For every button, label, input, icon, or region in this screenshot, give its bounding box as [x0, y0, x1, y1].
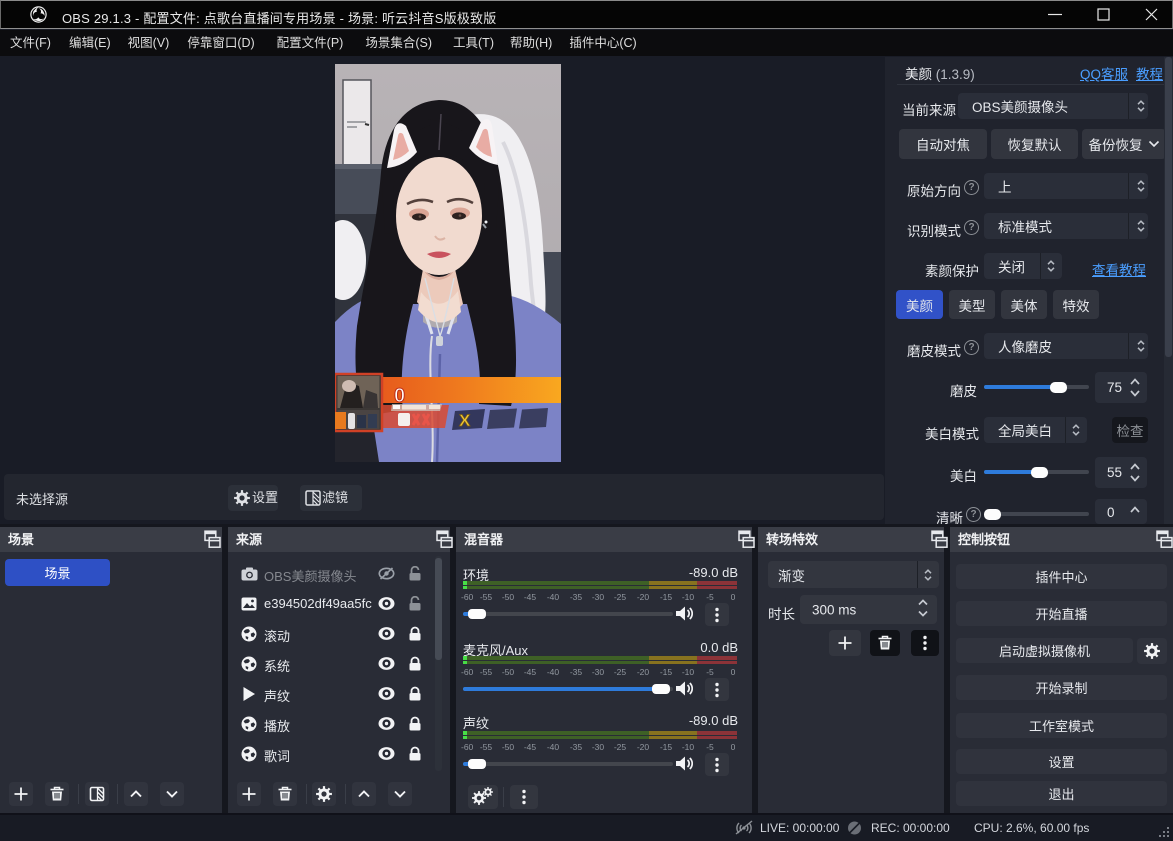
svg-text:X: X — [459, 411, 471, 430]
svg-text:0: 0 — [394, 385, 405, 407]
